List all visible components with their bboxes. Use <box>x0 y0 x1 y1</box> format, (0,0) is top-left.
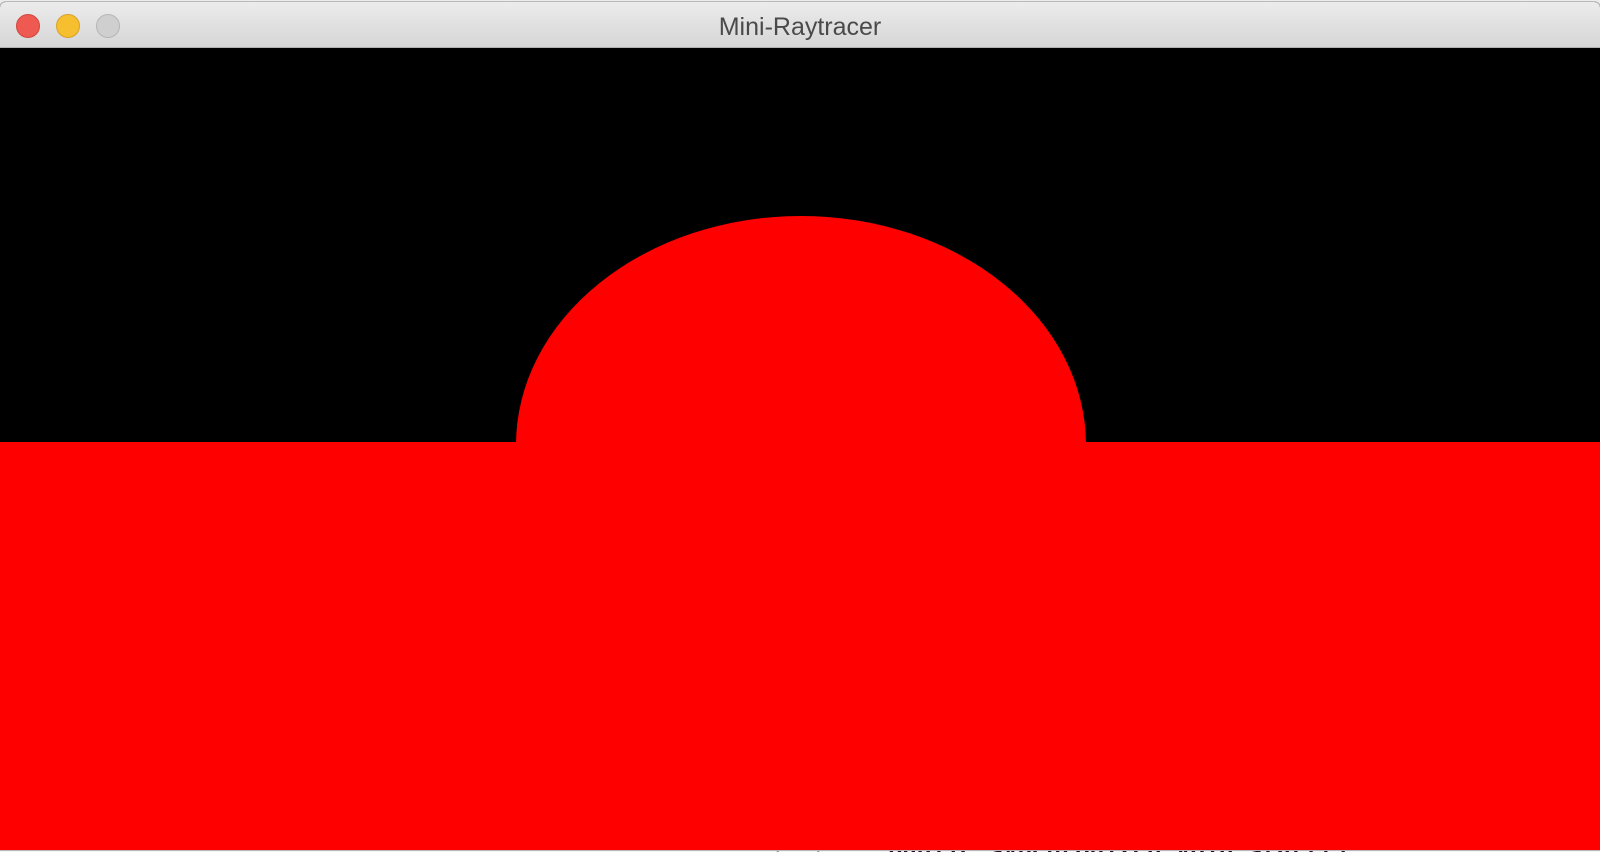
desktop: public synchronized void start() Mini-Ra… <box>0 0 1600 852</box>
minimize-icon[interactable] <box>56 14 80 38</box>
render-output <box>0 48 1600 850</box>
title-bar[interactable]: Mini-Raytracer <box>0 2 1600 48</box>
render-canvas <box>0 48 1600 850</box>
raytracer-window: Mini-Raytracer <box>0 2 1600 850</box>
close-icon[interactable] <box>16 14 40 38</box>
window-title: Mini-Raytracer <box>718 13 882 41</box>
rendered-ground-plane <box>0 442 1600 850</box>
zoom-icon[interactable] <box>96 14 120 38</box>
